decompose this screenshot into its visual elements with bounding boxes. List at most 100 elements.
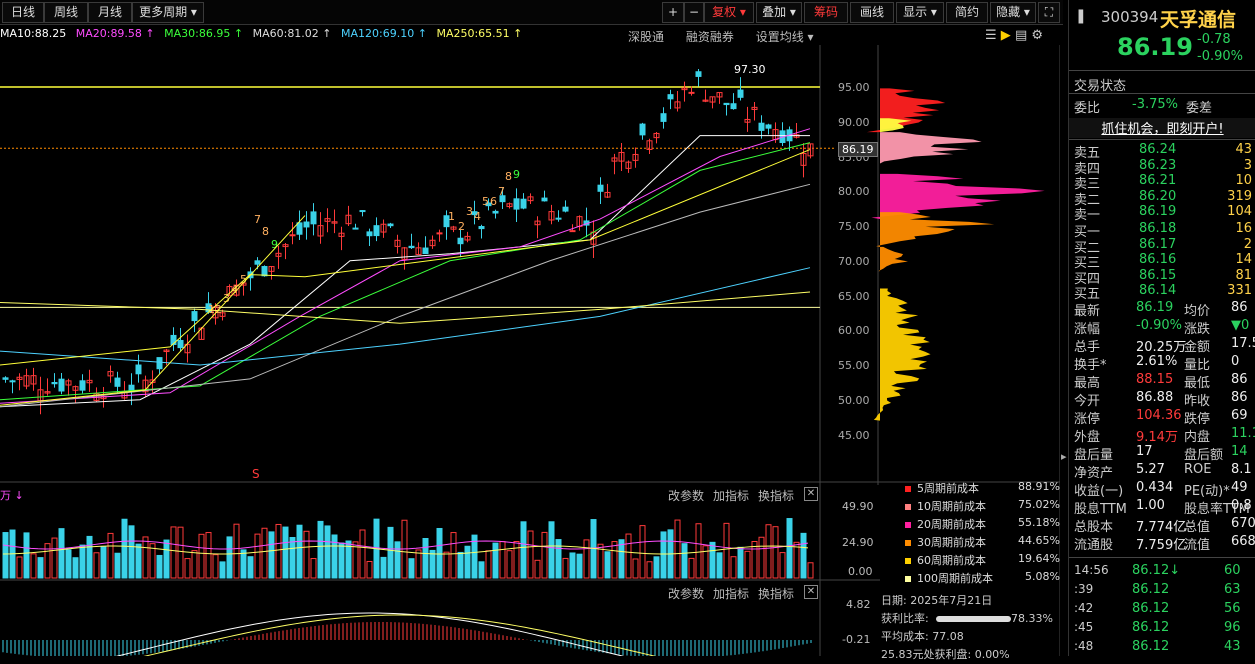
volume-bar bbox=[121, 518, 128, 579]
margin-trading-link[interactable]: 融资融券 bbox=[686, 30, 734, 44]
order-book-row[interactable]: 买三 86.16 14 bbox=[1074, 252, 1252, 271]
vol-axis-zero: 0.00 bbox=[848, 565, 873, 578]
macd-switch-indicator-link[interactable]: 换指标 bbox=[758, 585, 794, 602]
tick-row: :45 86.12 96 bbox=[1074, 620, 1241, 635]
simple-button[interactable]: 简约 bbox=[946, 2, 988, 23]
volume-bar bbox=[198, 533, 205, 579]
volume-bar bbox=[436, 527, 443, 579]
volume-header: 万 ↓ 改参数 加指标 换指标 ✕ bbox=[0, 487, 820, 503]
chip-extra: 25.83元处获利盘: 0.00% bbox=[881, 648, 1010, 661]
stock-code: 300394 bbox=[1101, 8, 1159, 26]
candle-body bbox=[737, 89, 744, 98]
flag-icon[interactable]: ▶ bbox=[1001, 28, 1011, 43]
candle-body bbox=[695, 71, 702, 77]
candle-body bbox=[758, 122, 765, 131]
order-book-row[interactable]: 卖五 86.24 43 bbox=[1074, 142, 1252, 161]
draw-line-button[interactable]: 画线 bbox=[850, 2, 894, 23]
overlay-dropdown[interactable]: 叠加 ▾ bbox=[756, 2, 802, 23]
fuquan-dropdown[interactable]: 复权 ▾ bbox=[704, 2, 754, 23]
profit-ratio-label: 获利比率: bbox=[881, 612, 929, 625]
price-chart[interactable]: 1 2345789123 45 678 9S bbox=[0, 45, 1060, 656]
chip-legend-item: 60周期前成本 19.64% bbox=[905, 552, 1060, 570]
list-icon[interactable]: ☰ bbox=[985, 28, 997, 43]
chip-legend-item: 100周期前成本 5.08% bbox=[905, 570, 1060, 588]
period-weekly-tab[interactable]: 周线 bbox=[44, 2, 88, 23]
ma30-line bbox=[0, 142, 811, 401]
hk-connect-link[interactable]: 深股通 bbox=[628, 30, 664, 44]
macd-add-indicator-link[interactable]: 加指标 bbox=[713, 585, 749, 602]
vol-params-link[interactable]: 改参数 bbox=[668, 487, 704, 504]
candle-body bbox=[254, 260, 261, 265]
volume-bar bbox=[254, 533, 261, 579]
volume-bar bbox=[359, 529, 366, 579]
close-icon[interactable]: ✕ bbox=[804, 585, 818, 599]
order-book-row[interactable]: 卖一 86.19 104 bbox=[1074, 204, 1252, 223]
order-book-row[interactable]: 卖二 86.20 319 bbox=[1074, 189, 1252, 208]
volume-bar bbox=[583, 539, 590, 579]
last-price: 86.19 bbox=[1117, 33, 1193, 61]
candle-body bbox=[373, 225, 380, 237]
quote-stat-row: 盘后量 17 盘后额 14 bbox=[1074, 444, 1248, 463]
price-tick: 45.00 bbox=[838, 428, 870, 442]
volume-bar bbox=[765, 524, 772, 579]
fullscreen-icon[interactable]: ⛶ bbox=[1038, 2, 1060, 23]
set-ma-dropdown[interactable]: 设置均线 ▾ bbox=[756, 30, 814, 44]
zoom-out-button[interactable]: − bbox=[684, 2, 704, 23]
ma10-label: MA10:88.25 bbox=[0, 27, 67, 40]
candle-body bbox=[58, 378, 65, 392]
candle-body bbox=[660, 113, 667, 122]
open-account-link[interactable]: 抓住机会，即刻开户! bbox=[1069, 118, 1255, 138]
chip-button[interactable]: 筹码 bbox=[804, 2, 848, 23]
collapse-arrow-icon[interactable]: ▸ bbox=[1061, 450, 1067, 463]
period-daily-tab[interactable]: 日线 bbox=[2, 2, 44, 23]
period-monthly-tab[interactable]: 月线 bbox=[88, 2, 132, 23]
order-book-row[interactable]: 卖四 86.23 3 bbox=[1074, 158, 1252, 177]
chevron-left-icon[interactable]: ❚ bbox=[1075, 8, 1087, 24]
vol-add-indicator-link[interactable]: 加指标 bbox=[713, 487, 749, 504]
volume-bar bbox=[142, 536, 149, 579]
vol-switch-indicator-link[interactable]: 换指标 bbox=[758, 487, 794, 504]
more-periods-dropdown[interactable]: 更多周期 ▾ bbox=[132, 2, 204, 23]
order-book-row[interactable]: 买二 86.17 2 bbox=[1074, 237, 1252, 256]
volume-bar bbox=[135, 543, 142, 579]
volume-bar bbox=[219, 561, 226, 579]
chip-info: 日期: 2025年7月21日 获利比率: 78.33% 平均成本: 77.08 … bbox=[881, 592, 1061, 664]
order-book-row[interactable]: 买四 86.15 81 bbox=[1074, 268, 1252, 287]
candle-body bbox=[730, 103, 737, 110]
chart-icon[interactable]: ▤ bbox=[1015, 28, 1027, 43]
chip-band bbox=[866, 88, 946, 133]
gear-icon[interactable]: ⚙ bbox=[1031, 28, 1043, 43]
volume-bar bbox=[604, 551, 611, 579]
sub-toolbar: 深股通 融资融券 设置均线 ▾ bbox=[600, 28, 814, 45]
macd-axis-top: 4.82 bbox=[846, 598, 871, 611]
volume-bar bbox=[499, 541, 506, 579]
display-dropdown[interactable]: 显示 ▾ bbox=[896, 2, 944, 23]
period-toolbar: 日线 周线 月线 更多周期 ▾ + − 复权 ▾ 叠加 ▾ 筹码 画线 显示 ▾… bbox=[0, 0, 1063, 25]
stock-name: 天孚通信 bbox=[1160, 9, 1237, 31]
tick-row: 14:56 86.12↓ 60 bbox=[1074, 563, 1241, 578]
candle-body bbox=[513, 198, 520, 210]
candle-body bbox=[541, 197, 548, 202]
volume-bar bbox=[177, 526, 184, 579]
zoom-in-button[interactable]: + bbox=[662, 2, 684, 23]
volume-bar bbox=[51, 537, 58, 579]
volume-bar bbox=[338, 542, 345, 579]
macd-params-link[interactable]: 改参数 bbox=[668, 585, 704, 602]
volume-bar bbox=[156, 554, 163, 579]
volume-bar bbox=[744, 550, 751, 579]
candle-body bbox=[457, 237, 464, 245]
hide-dropdown[interactable]: 隐藏 ▾ bbox=[990, 2, 1036, 23]
order-book-row[interactable]: 买五 86.14 331 bbox=[1074, 283, 1252, 302]
volume-bar bbox=[100, 546, 107, 579]
close-icon[interactable]: ✕ bbox=[804, 487, 818, 501]
candle-body bbox=[296, 222, 303, 235]
candle-body bbox=[135, 364, 142, 375]
candle-body bbox=[387, 223, 394, 227]
ma20-label: MA20:89.58 ↑ bbox=[75, 27, 155, 40]
volume-bar bbox=[457, 551, 464, 579]
order-book-row[interactable]: 卖三 86.21 10 bbox=[1074, 173, 1252, 192]
quote-stat-row: 收益(一) 0.434 PE(动)* 49 bbox=[1074, 480, 1248, 499]
order-book-row[interactable]: 买一 86.18 16 bbox=[1074, 221, 1252, 240]
price-tick: 55.00 bbox=[838, 359, 870, 372]
volume-bar bbox=[534, 559, 541, 579]
